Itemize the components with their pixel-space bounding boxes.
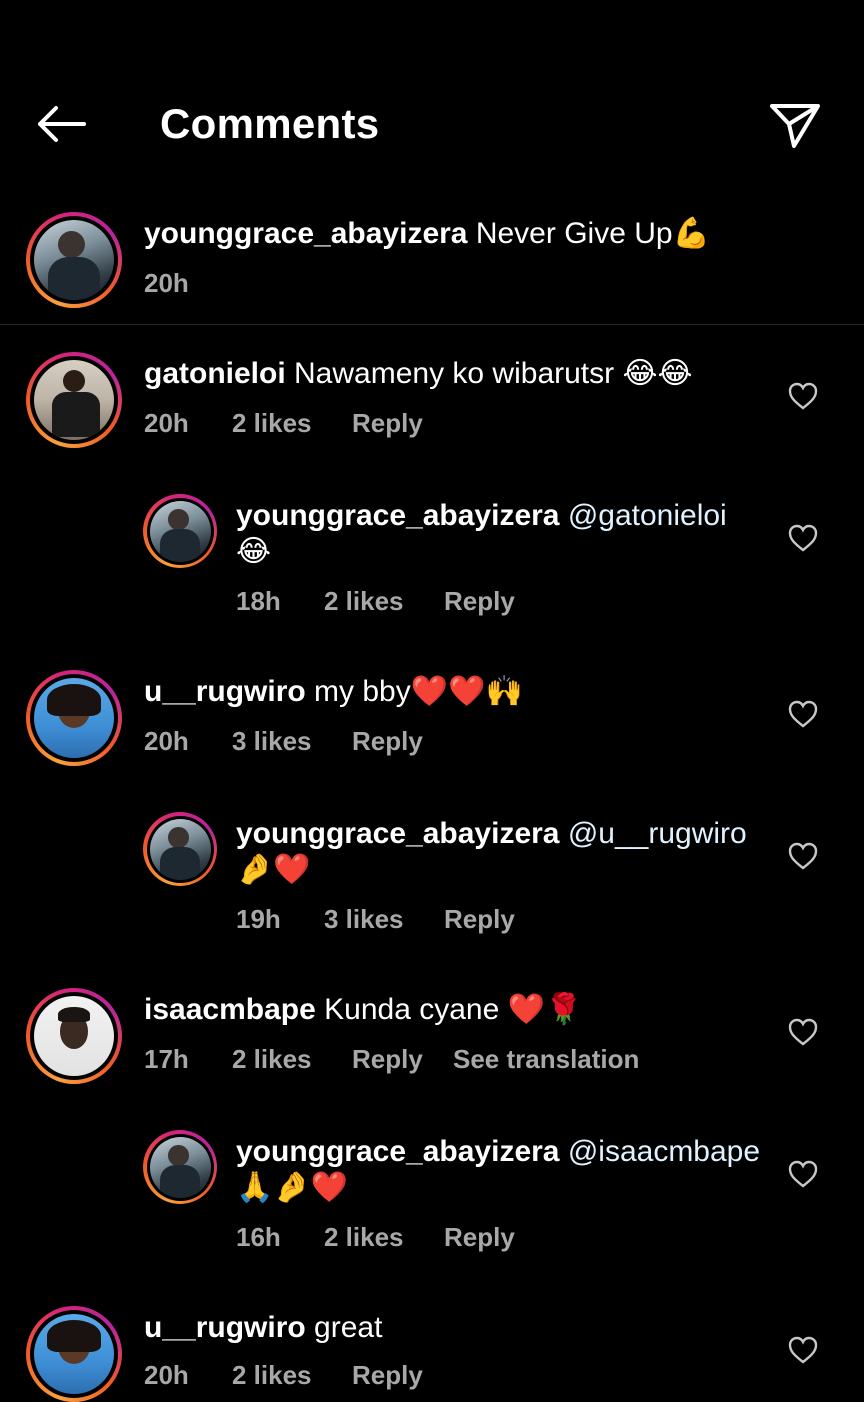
timestamp: 19h: [236, 904, 281, 934]
divider: [0, 324, 864, 325]
reply-meta: 16h 2 likes Reply: [236, 1222, 636, 1252]
username[interactable]: younggrace_abayizera: [144, 217, 467, 250]
timestamp: 20h: [144, 1360, 189, 1390]
username[interactable]: younggrace_abayizera: [236, 499, 559, 532]
reply-item: younggrace_abayizera @u__rugwiro 🤌❤️ 19h…: [0, 810, 864, 940]
username[interactable]: u__rugwiro: [144, 675, 306, 708]
comment-body: my bby❤️❤️🙌: [314, 675, 523, 708]
comments-screen: Comments younggrace_abayizera Never Give…: [0, 0, 864, 1402]
reply-item: younggrace_abayizera @isaacmbape 🙏🤌❤️ 16…: [0, 1128, 864, 1258]
reply-text: younggrace_abayizera @gatonieloi 😂: [236, 498, 756, 570]
heart-icon[interactable]: [788, 382, 818, 410]
reply-button[interactable]: Reply: [352, 726, 423, 756]
likes-count[interactable]: 2 likes: [232, 408, 312, 438]
reply-button[interactable]: Reply: [444, 586, 515, 616]
see-translation-button[interactable]: See translation: [453, 1044, 639, 1074]
avatar[interactable]: [26, 1306, 122, 1402]
heart-icon[interactable]: [788, 1336, 818, 1364]
reply-button[interactable]: Reply: [352, 408, 423, 438]
heart-icon[interactable]: [788, 1018, 818, 1046]
heart-icon[interactable]: [788, 842, 818, 870]
comment-item: u__rugwiro my bby❤️❤️🙌 20h 3 likes Reply: [0, 668, 864, 778]
reply-text: younggrace_abayizera @u__rugwiro 🤌❤️: [236, 816, 756, 888]
comment-text: isaacmbape Kunda cyane ❤️🌹: [144, 992, 582, 1028]
comment-body: great: [314, 1311, 383, 1344]
mention-link[interactable]: @u__rugwiro: [568, 817, 747, 850]
arrow-left-icon: [38, 106, 86, 142]
reply-text: younggrace_abayizera @isaacmbape 🙏🤌❤️: [236, 1134, 776, 1206]
reply-meta: 19h 3 likes Reply: [236, 904, 636, 934]
reply-body: 🙏🤌❤️: [236, 1171, 349, 1204]
mention-link[interactable]: @gatonieloi: [568, 499, 727, 532]
reply-button[interactable]: Reply: [352, 1044, 423, 1074]
comment-meta: 17h 2 likes Reply See translation: [144, 1044, 704, 1074]
reply-meta: 18h 2 likes Reply: [236, 586, 636, 616]
timestamp: 18h: [236, 586, 281, 616]
page-title: Comments: [160, 100, 380, 147]
comment-item: u__rugwiro great 20h 2 likes Reply: [0, 1304, 864, 1402]
avatar[interactable]: [26, 988, 122, 1084]
likes-count[interactable]: 2 likes: [232, 1360, 312, 1390]
avatar[interactable]: [26, 352, 122, 448]
timestamp: 17h: [144, 1044, 189, 1074]
timestamp: 20h: [144, 408, 189, 438]
comment-meta: 20h 2 likes Reply: [144, 1360, 644, 1390]
comment-text: u__rugwiro great: [144, 1310, 382, 1346]
comment-body: Nawameny ko wibarutsr 😂😂: [294, 357, 693, 390]
likes-count[interactable]: 3 likes: [324, 904, 404, 934]
avatar[interactable]: [143, 494, 217, 568]
heart-icon[interactable]: [788, 1160, 818, 1188]
caption-body: Never Give Up💪: [475, 217, 710, 250]
heart-icon[interactable]: [788, 524, 818, 552]
avatar[interactable]: [26, 670, 122, 766]
username[interactable]: younggrace_abayizera: [236, 817, 559, 850]
reply-button[interactable]: Reply: [444, 1222, 515, 1252]
username[interactable]: u__rugwiro: [144, 1311, 306, 1344]
reply-body: 😂: [236, 535, 272, 568]
avatar[interactable]: [143, 1130, 217, 1204]
reply-button[interactable]: Reply: [444, 904, 515, 934]
timestamp: 20h: [144, 726, 189, 756]
username[interactable]: younggrace_abayizera: [236, 1135, 559, 1168]
comment-body: Kunda cyane ❤️🌹: [324, 993, 583, 1026]
back-button[interactable]: [30, 100, 92, 148]
likes-count[interactable]: 2 likes: [232, 1044, 312, 1074]
caption-text: younggrace_abayizera Never Give Up💪: [144, 216, 710, 252]
comment-meta: 20h 3 likes Reply: [144, 726, 644, 756]
timestamp: 20h: [144, 268, 189, 298]
likes-count[interactable]: 3 likes: [232, 726, 312, 756]
caption-meta: 20h: [144, 268, 344, 298]
header: Comments: [0, 84, 864, 164]
comment-meta: 20h 2 likes Reply: [144, 408, 644, 438]
comment-item: isaacmbape Kunda cyane ❤️🌹 17h 2 likes R…: [0, 986, 864, 1096]
comment-text: gatonieloi Nawameny ko wibarutsr 😂😂: [144, 356, 693, 392]
reply-item: younggrace_abayizera @gatonieloi 😂 18h 2…: [0, 492, 864, 622]
avatar[interactable]: [143, 812, 217, 886]
comment-text: u__rugwiro my bby❤️❤️🙌: [144, 674, 523, 710]
reply-body: 🤌❤️: [236, 853, 311, 886]
timestamp: 16h: [236, 1222, 281, 1252]
share-button[interactable]: [766, 96, 824, 154]
likes-count[interactable]: 2 likes: [324, 1222, 404, 1252]
username[interactable]: gatonieloi: [144, 357, 286, 390]
username[interactable]: isaacmbape: [144, 993, 316, 1026]
avatar[interactable]: [26, 212, 122, 308]
paper-plane-icon: [770, 104, 820, 148]
caption: younggrace_abayizera Never Give Up💪 20h: [0, 210, 864, 324]
reply-button[interactable]: Reply: [352, 1360, 423, 1390]
mention-link[interactable]: @isaacmbape: [568, 1135, 760, 1168]
comment-item: gatonieloi Nawameny ko wibarutsr 😂😂 20h …: [0, 350, 864, 460]
likes-count[interactable]: 2 likes: [324, 586, 404, 616]
heart-icon[interactable]: [788, 700, 818, 728]
